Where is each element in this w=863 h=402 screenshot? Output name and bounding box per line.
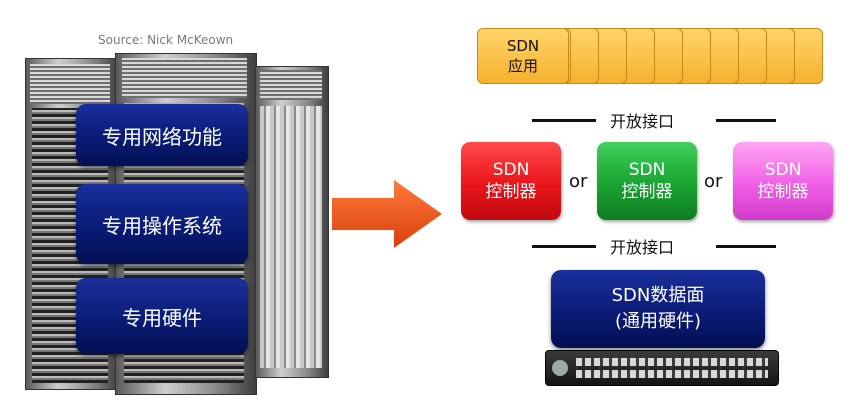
sdn-controller-red: SDN 控制器 [461,142,561,220]
controller-pink-line2: 控制器 [757,182,809,202]
sdn-app-label-line1: SDN [506,37,540,55]
data-plane-line1: SDN数据面 [611,285,705,306]
rack-middle-top [122,58,247,98]
dedicated-hardware-box: 专用硬件 [76,278,248,354]
network-switch-illustration [545,350,779,386]
controller-red-line1: SDN [492,160,530,180]
transition-arrow-icon [332,180,442,248]
or-label-1: or [569,171,588,192]
dedicated-os-box: 专用操作系统 [76,184,248,264]
dedicated-network-function-box: 专用网络功能 [76,104,248,166]
or-label-2: or [704,171,723,192]
controller-pink-line1: SDN [764,160,802,180]
rack-right-panel [260,106,322,368]
interface-bottom-label: 开放接口 [610,238,675,257]
interface-top-line-left [532,119,596,122]
switch-ports-bottom [576,370,768,378]
sdn-controller-pink: SDN 控制器 [733,142,833,220]
controller-green-line2: 控制器 [621,182,673,202]
switch-ports-top [576,358,768,366]
data-plane-line2: (通用硬件) [614,311,702,332]
switch-logo-icon [552,360,568,376]
rack-right-top [260,70,322,100]
controller-green-line1: SDN [628,160,666,180]
controller-red-line2: 控制器 [485,182,537,202]
sdn-app-label-line2: 应用 [507,57,538,75]
sdn-data-plane-box: SDN数据面 (通用硬件) [551,270,765,348]
interface-bottom-line-right [716,245,776,248]
interface-top-label: 开放接口 [610,112,675,131]
interface-bottom-line-left [532,245,596,248]
source-caption: Source: Nick McKeown [98,33,234,47]
sdn-app-front-card: SDN 应用 [477,28,569,84]
rack-left-top [30,64,110,104]
interface-top-line-right [716,119,776,122]
sdn-controller-green: SDN 控制器 [597,142,697,220]
